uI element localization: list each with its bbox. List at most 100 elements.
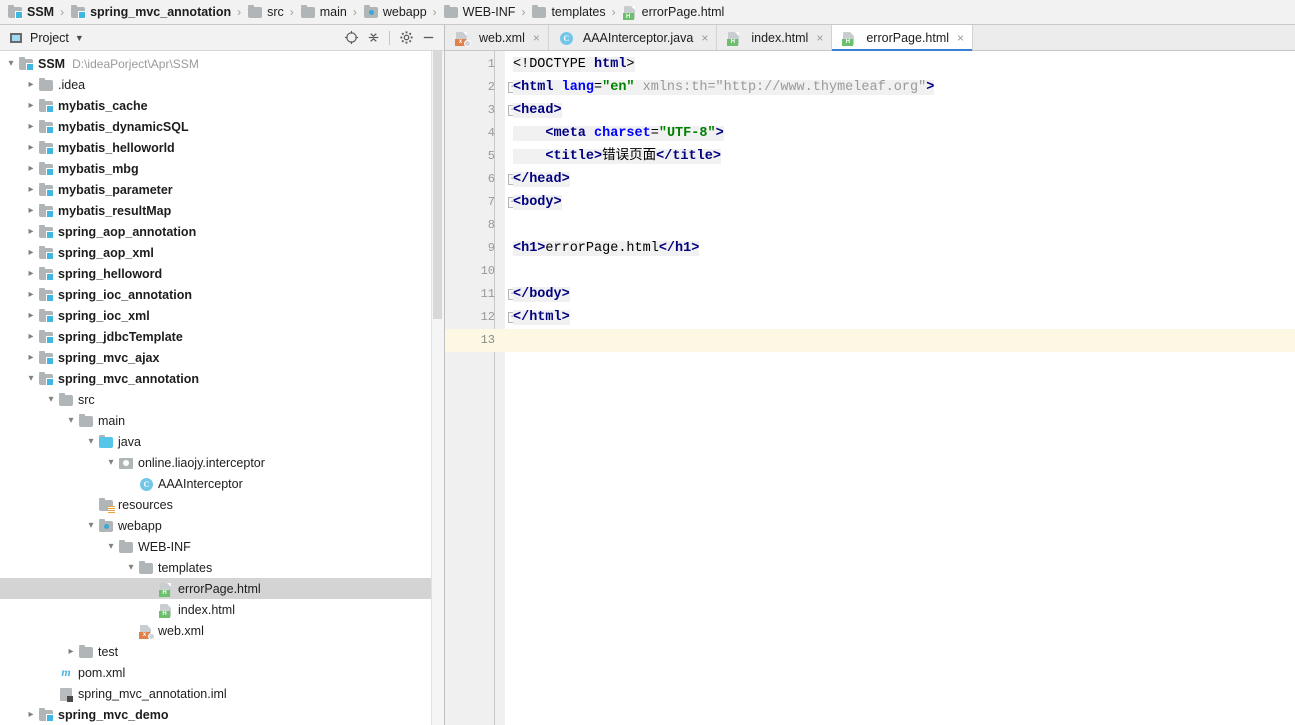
chevron-down-icon[interactable]: ▾ [84,520,98,531]
breadcrumb-separator: › [611,5,616,19]
chevron-right-icon[interactable]: ▸ [24,226,38,237]
chevron-right-icon[interactable]: ▸ [24,100,38,111]
chevron-right-icon[interactable]: ▸ [24,163,38,174]
tree-row[interactable]: ▸ .idea [0,74,444,95]
code-line-content: <meta charset="UTF-8"> [513,126,724,141]
tree-row[interactable]: ▸ mybatis_helloworld [0,137,444,158]
editor-tab-aaainterceptor-java[interactable]: C AAAInterceptor.java × [548,25,718,50]
breadcrumb-item-errorpage-html[interactable]: HerrorPage.html [619,0,728,25]
tree-row[interactable]: ▾ main [0,410,444,431]
breadcrumb-item-web-inf[interactable]: WEB-INF [440,0,519,25]
tree-row[interactable]: ▸ spring_helloword [0,263,444,284]
tree-row[interactable]: ▾ SSM D:\ideaPorject\Apr\SSM [0,53,444,74]
chevron-down-icon[interactable]: ▾ [24,373,38,384]
chevron-right-icon[interactable]: ▸ [24,79,38,90]
tree-row-label: spring_aop_xml [58,245,154,260]
tree-row[interactable]: HerrorPage.html [0,578,444,599]
tree-row[interactable]: ▸ mybatis_cache [0,95,444,116]
tree-row[interactable]: ▸ spring_aop_xml [0,242,444,263]
settings-gear-icon[interactable] [396,28,416,48]
project-view-selector[interactable]: Project ▼ [8,30,84,46]
tree-row[interactable]: ▸ test [0,641,444,662]
tree-row[interactable]: resources [0,494,444,515]
chevron-right-icon[interactable]: ▸ [24,205,38,216]
tree-row[interactable]: ▸ spring_aop_annotation [0,221,444,242]
chevron-right-icon[interactable]: ▸ [24,247,38,258]
chevron-right-icon[interactable]: ▸ [24,268,38,279]
chevron-right-icon[interactable]: ▸ [24,310,38,321]
tree-row[interactable]: ▾ templates [0,557,444,578]
editor-area[interactable]: 12−3−456−7−891011−12−13 <!DOCTYPE html><… [445,51,1295,725]
close-icon[interactable]: × [701,31,708,45]
tree-row[interactable]: x web.xml [0,620,444,641]
close-icon[interactable]: × [816,31,823,45]
scrollbar-thumb[interactable] [433,51,442,319]
breadcrumb-item-label: webapp [382,5,427,19]
chevron-down-icon[interactable]: ▼ [75,33,84,43]
editor-tab-index-html[interactable]: Hindex.html × [717,25,833,50]
code-line: <h1>errorPage.html</h1> [505,237,1295,260]
tree-row[interactable]: spring_mvc_annotation.iml [0,683,444,704]
breadcrumb-item-templates[interactable]: templates [528,0,608,25]
editor-tab-web-xml[interactable]: x web.xml × [445,25,549,50]
code-token: > [926,80,935,95]
breadcrumb-item-ssm[interactable]: SSM [4,0,57,25]
tree-row[interactable]: ▸ spring_mvc_ajax [0,347,444,368]
chevron-right-icon[interactable]: ▸ [64,646,78,657]
breadcrumb-item-spring-mvc-annotation[interactable]: spring_mvc_annotation [67,0,234,25]
chevron-right-icon[interactable]: ▸ [24,289,38,300]
tree-row[interactable]: ▸ spring_ioc_annotation [0,284,444,305]
module-icon [38,161,54,177]
tree-row-label: main [98,413,126,428]
chevron-down-icon[interactable]: ▾ [104,541,118,552]
chevron-down-icon[interactable]: ▾ [124,562,138,573]
breadcrumb-item-main[interactable]: main [297,0,350,25]
hide-tool-window-icon[interactable] [418,28,438,48]
chevron-down-icon[interactable]: ▾ [104,457,118,468]
project-tree-scrollbar[interactable] [431,51,444,725]
chevron-right-icon[interactable]: ▸ [24,121,38,132]
code-line [505,329,1295,352]
chevron-right-icon[interactable]: ▸ [24,352,38,363]
tree-row[interactable]: ▾ spring_mvc_annotation [0,368,444,389]
close-icon[interactable]: × [533,31,540,45]
code-token: <title> [545,149,603,164]
line-number: 10 [480,264,495,278]
code-line-content: <head> [513,103,562,118]
tree-row[interactable]: ▾ WEB-INF [0,536,444,557]
chevron-right-icon[interactable]: ▸ [24,331,38,342]
tree-row[interactable]: ▸ spring_ioc_xml [0,305,444,326]
tree-row-label: templates [158,560,213,575]
select-opened-file-icon[interactable] [341,28,361,48]
chevron-right-icon[interactable]: ▸ [24,709,38,720]
editor-tab-errorpage-html[interactable]: HerrorPage.html × [832,25,974,51]
breadcrumb: SSM › spring_mvc_annotation › src › main › webap… [0,0,1295,25]
editor-gutter[interactable]: 12−3−456−7−891011−12−13 [445,51,519,725]
tree-row[interactable]: C AAAInterceptor [0,473,444,494]
tree-row[interactable]: ▾ webapp [0,515,444,536]
close-icon[interactable]: × [957,31,964,45]
chevron-down-icon[interactable]: ▾ [64,415,78,426]
collapse-all-icon[interactable] [363,28,383,48]
chevron-right-icon[interactable]: ▸ [24,184,38,195]
tree-row[interactable]: ▸ spring_mvc_demo [0,704,444,725]
chevron-down-icon[interactable]: ▾ [4,58,18,69]
breadcrumb-item-label: SSM [27,5,55,19]
code-content[interactable]: <!DOCTYPE html> <html lang="en" xmlns:th=… [505,51,1295,725]
tree-row[interactable]: ▸ mybatis_resultMap [0,200,444,221]
tree-row[interactable]: ▸ mybatis_mbg [0,158,444,179]
chevron-down-icon[interactable]: ▾ [84,436,98,447]
breadcrumb-item-webapp[interactable]: webapp [360,0,430,25]
tree-row[interactable]: ▾ src [0,389,444,410]
breadcrumb-item-src[interactable]: src [244,0,287,25]
tree-row[interactable]: ▸ mybatis_dynamicSQL [0,116,444,137]
tree-row[interactable]: ▾ java [0,431,444,452]
tree-row[interactable]: ▸ mybatis_parameter [0,179,444,200]
project-tree-scroll[interactable]: ▾ SSM D:\ideaPorject\Apr\SSM ▸ .idea ▸ mybatis… [0,51,444,725]
chevron-down-icon[interactable]: ▾ [44,394,58,405]
tree-row[interactable]: ▸ spring_jdbcTemplate [0,326,444,347]
tree-row[interactable]: ▾ online.liaojy.interceptor [0,452,444,473]
tree-row[interactable]: Hindex.html [0,599,444,620]
chevron-right-icon[interactable]: ▸ [24,142,38,153]
tree-row[interactable]: m pom.xml [0,662,444,683]
